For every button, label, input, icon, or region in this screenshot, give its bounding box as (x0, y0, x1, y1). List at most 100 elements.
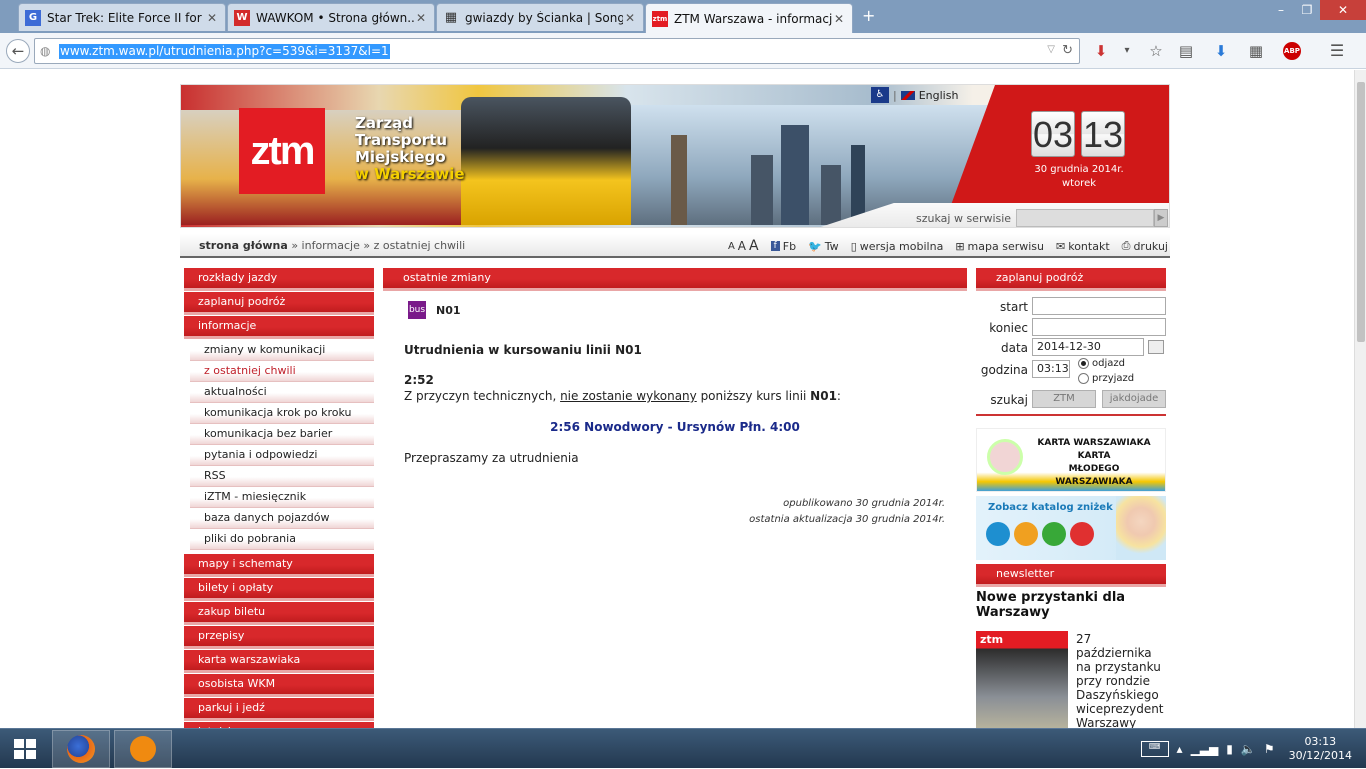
crumb-section[interactable]: informacje (302, 239, 360, 252)
menu-bilety[interactable]: bilety i opłaty (184, 578, 374, 601)
site-search-input[interactable] (1016, 209, 1154, 227)
mobile-link[interactable]: ▯ wersja mobilna (851, 240, 944, 253)
submenu-item[interactable]: RSS (190, 466, 374, 487)
restore-icon[interactable]: ❐ (1294, 0, 1320, 20)
menu-mapy[interactable]: mapy i schematy (184, 554, 374, 577)
ztm-logo[interactable]: ztm (239, 108, 325, 194)
karta-line: KARTA WARSZAWIAKA (1037, 438, 1151, 448)
back-arrow-icon[interactable]: ← (6, 39, 30, 63)
clock-date: 30 grudnia 2014r. wtorek (1029, 163, 1129, 191)
katalog-banner[interactable]: Zobacz katalog zniżek (976, 496, 1166, 560)
news-title[interactable]: Nowe przystanki dla Warszawy (976, 590, 1166, 620)
home-grid-icon[interactable]: ▦ (1247, 42, 1265, 60)
news-image[interactable]: ztm (976, 631, 1068, 728)
font-large-icon[interactable]: A (749, 238, 759, 254)
tab-gwiazdy[interactable]: ▦ gwiazdy by Ścianka | Song ... ✕ (436, 3, 644, 31)
page-scrollbar[interactable] (1354, 70, 1366, 728)
submenu-item[interactable]: iZTM - miesięcznik (190, 487, 374, 508)
radio-button[interactable] (1078, 373, 1089, 384)
hamburger-menu-icon[interactable]: ☰ (1328, 42, 1346, 60)
submenu-item[interactable]: pliki do pobrania (190, 529, 374, 550)
submenu-item[interactable]: komunikacja bez barier (190, 424, 374, 445)
close-icon[interactable]: ✕ (205, 11, 219, 25)
tab-ztm[interactable]: ztm ZTM Warszawa - informacje ✕ (645, 3, 853, 33)
taskbar-firefox[interactable] (52, 730, 110, 768)
dropdown-arrow-icon[interactable]: ▽ (1047, 44, 1055, 55)
submenu-item[interactable]: zmiany w komunikacji (190, 340, 374, 361)
start-input[interactable] (1032, 297, 1166, 315)
url-bar[interactable]: ◍ www.ztm.waw.pl/utrudnienia.php?c=539&i… (34, 38, 1080, 64)
submenu-item[interactable]: komunikacja krok po kroku (190, 403, 374, 424)
facebook-link[interactable]: f Fb (770, 240, 796, 253)
contact-link[interactable]: ✉ kontakt (1056, 240, 1110, 253)
date-label: data (1000, 341, 1028, 355)
new-tab-plus-icon[interactable]: + (862, 6, 875, 25)
battery-icon[interactable]: ▮ (1226, 742, 1233, 756)
chevron-down-icon[interactable]: ▾ (1118, 42, 1136, 60)
twitter-link[interactable]: 🐦 Tw (808, 240, 839, 253)
keyboard-icon[interactable]: ⌨ (1140, 741, 1169, 757)
crumb-home[interactable]: strona główna (199, 239, 288, 252)
font-small-icon[interactable]: A (728, 241, 735, 252)
menu-parkuj[interactable]: parkuj i jedź (184, 698, 374, 721)
planner-time-row: godzina 03:13 (976, 360, 1166, 380)
radio-arrive[interactable]: przyjazd (1078, 373, 1134, 384)
print-link[interactable]: ⎙ drukuj (1122, 239, 1168, 253)
accessibility-icon[interactable]: ♿ (871, 87, 889, 103)
tab-favicon-w-icon: W (234, 9, 250, 26)
name-line: Zarząd (355, 114, 413, 132)
submenu-item[interactable]: aktualności (190, 382, 374, 403)
menu-wkm[interactable]: osobista WKM (184, 674, 374, 697)
tray-clock[interactable]: 03:13 30/12/2014 (1289, 735, 1352, 763)
url-text[interactable]: www.ztm.waw.pl/utrudnienia.php?c=539&i=3… (59, 44, 390, 59)
reload-icon[interactable]: ↻ (1062, 43, 1073, 58)
tab-startrek[interactable]: G Star Trek: Elite Force II for P... ✕ (18, 3, 226, 31)
chevron-up-icon[interactable]: ▴ (1177, 742, 1183, 756)
menu-zaplanuj[interactable]: zaplanuj podróż (184, 292, 374, 315)
scrollbar-thumb[interactable] (1357, 82, 1365, 342)
font-medium-icon[interactable]: A (738, 239, 746, 253)
adblock-icon[interactable]: ABP (1283, 42, 1301, 60)
tab-wawkom[interactable]: W WAWKOM • Strona główn... ✕ (227, 3, 435, 31)
jakdojade-button[interactable]: jakdojade (1102, 390, 1166, 408)
calendar-icon[interactable] (1148, 340, 1164, 354)
bookmark-star-icon[interactable]: ☆ (1147, 42, 1165, 60)
search-go-icon[interactable]: ▶ (1154, 209, 1168, 227)
menu-zakup[interactable]: zakup biletu (184, 602, 374, 625)
submenu-item[interactable]: pytania i odpowiedzi (190, 445, 374, 466)
menu-przepisy[interactable]: przepisy (184, 626, 374, 649)
notification-flag-icon[interactable]: ⚑ (1264, 742, 1275, 756)
download-blocked-icon[interactable]: ⬇ (1092, 42, 1110, 60)
crumb-page[interactable]: z ostatniej chwili (374, 239, 466, 252)
start-button[interactable] (0, 729, 50, 769)
close-icon[interactable]: ✕ (414, 11, 428, 25)
close-window-icon[interactable]: ✕ (1320, 0, 1366, 20)
news-image-logo: ztm (980, 633, 1004, 646)
time-input[interactable]: 03:13 (1032, 360, 1070, 378)
submenu-item[interactable]: baza danych pojazdów (190, 508, 374, 529)
radio-button-selected[interactable] (1078, 358, 1089, 369)
ztm-search-button[interactable]: ZTM (1032, 390, 1096, 408)
english-link[interactable]: English (919, 89, 959, 102)
minimize-icon[interactable]: – (1268, 0, 1294, 20)
sitemap-link[interactable]: ⊞ mapa serwisu (955, 240, 1044, 253)
menu-rozklady[interactable]: rozkłady jazdy (184, 268, 374, 291)
radio-depart[interactable]: odjazd (1078, 358, 1125, 369)
end-input[interactable] (1032, 318, 1166, 336)
network-signal-icon[interactable]: ▁▃▅ (1191, 742, 1219, 756)
close-icon[interactable]: ✕ (832, 12, 846, 26)
taskbar-avast[interactable] (114, 730, 172, 768)
reading-list-icon[interactable]: ▤ (1177, 42, 1195, 60)
menu-informacje[interactable]: informacje (184, 316, 374, 339)
submenu-item-active[interactable]: z ostatniej chwili (190, 361, 374, 382)
site-container: ztm Zarząd Transportu Miejskiego w Warsz… (180, 84, 1170, 728)
menu-karta[interactable]: karta warszawiaka (184, 650, 374, 673)
date-input[interactable]: 2014-12-30 (1032, 338, 1144, 356)
close-icon[interactable]: ✕ (623, 11, 637, 25)
downloads-icon[interactable]: ⬇ (1212, 42, 1230, 60)
name-line: Transportu (355, 131, 447, 149)
desc-underlined: nie zostanie wykonany (560, 389, 697, 403)
envelope-icon: ✉ (1056, 239, 1066, 253)
karta-warszawiaka-banner[interactable]: KARTA WARSZAWIAKA KARTA MŁODEGO WARSZAWI… (976, 428, 1166, 492)
volume-icon[interactable]: 🔈 (1241, 742, 1256, 756)
